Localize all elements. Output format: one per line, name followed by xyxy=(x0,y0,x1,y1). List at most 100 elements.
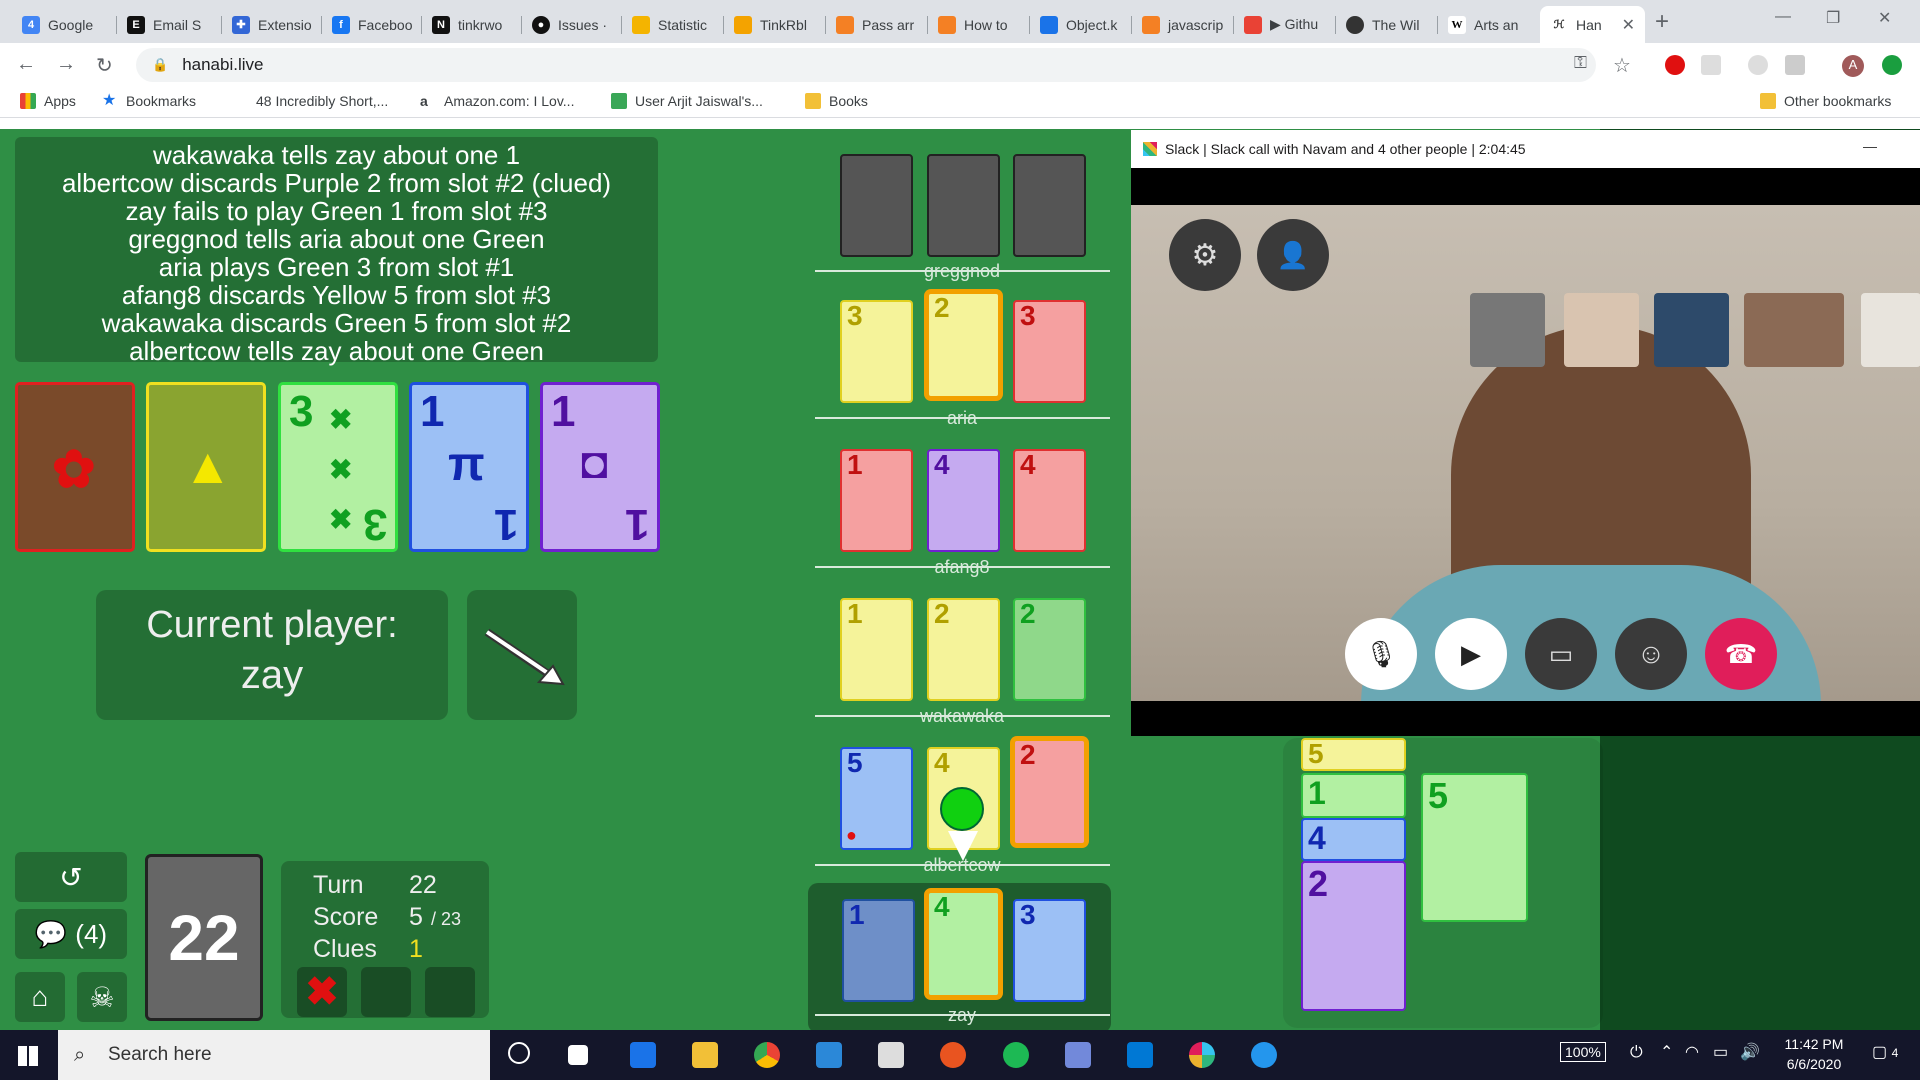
card-blue-1[interactable]: 1 xyxy=(842,899,915,1002)
card-back[interactable] xyxy=(1013,154,1086,257)
card-green-4[interactable]: 4 xyxy=(927,891,1000,997)
participant-thumbnail[interactable] xyxy=(1470,293,1545,367)
bookmark-short-stories[interactable]: 48 Incredibly Short,... xyxy=(232,93,388,109)
bookmark-books[interactable]: Books xyxy=(805,93,868,109)
play-stack-purple[interactable]: 1 ◘ 1 xyxy=(540,382,660,552)
discard-purple-2[interactable]: 2 xyxy=(1301,861,1406,1011)
tab-email[interactable]: E Email S xyxy=(117,6,222,43)
minimize-button[interactable]: — xyxy=(1775,8,1791,26)
tab-the-wil[interactable]: The Wil xyxy=(1336,6,1438,43)
tab-how-to[interactable]: How to xyxy=(928,6,1030,43)
file-explorer-icon[interactable] xyxy=(692,1042,718,1068)
chrome-icon[interactable] xyxy=(754,1042,780,1068)
card-yellow-3[interactable]: 3 xyxy=(840,300,913,403)
share-screen-button[interactable]: ▭ xyxy=(1525,618,1597,690)
slack-icon[interactable] xyxy=(1189,1042,1215,1068)
profile-avatar[interactable]: A xyxy=(1842,55,1864,77)
chevron-up-icon[interactable]: ⌃ xyxy=(1660,1042,1673,1062)
tab-hanabi[interactable]: ℋ Han ✕ xyxy=(1540,6,1645,43)
card-blue-3[interactable]: 3 xyxy=(1013,899,1086,1002)
clock[interactable]: 11:42 PM 6/6/2020 xyxy=(1782,1036,1846,1072)
star-icon[interactable]: ☆ xyxy=(1613,53,1631,78)
add-person-button[interactable]: 👤 xyxy=(1257,219,1329,291)
power-icon[interactable]: ⏻ xyxy=(1630,1044,1643,1062)
spotify-icon[interactable] xyxy=(1003,1042,1029,1068)
battery-icon[interactable]: ▭ xyxy=(1713,1042,1728,1062)
card-back[interactable] xyxy=(840,154,913,257)
minimize-button[interactable]: — xyxy=(1863,138,1877,154)
kill-button[interactable]: ☠ xyxy=(77,972,127,1022)
participant-thumbnail[interactable] xyxy=(1861,293,1920,367)
card-yellow-1[interactable]: 1 xyxy=(840,598,913,701)
reactions-button[interactable]: ☺ xyxy=(1615,618,1687,690)
discard-blue-4[interactable]: 4 xyxy=(1301,818,1406,861)
play-stack-red[interactable]: ✿ xyxy=(15,382,135,552)
card-yellow-2[interactable]: 2 xyxy=(927,292,1000,398)
discard-green-5[interactable]: 5 xyxy=(1421,773,1528,922)
action-log[interactable]: wakawaka tells zay about one 1 albertcow… xyxy=(15,137,658,365)
participant-thumbnail[interactable] xyxy=(1654,293,1729,367)
lock-icon[interactable]: 🔒 xyxy=(152,57,168,73)
docker-icon[interactable] xyxy=(1251,1042,1277,1068)
ubuntu-icon[interactable] xyxy=(940,1042,966,1068)
vscode-icon[interactable] xyxy=(1127,1042,1153,1068)
edge-icon[interactable] xyxy=(630,1042,656,1068)
update-icon[interactable] xyxy=(1882,55,1902,75)
tab-object[interactable]: Object.k xyxy=(1030,6,1132,43)
card-red-4[interactable]: 4 xyxy=(1013,449,1086,552)
new-tab-button[interactable]: + xyxy=(1655,8,1669,36)
card-blue-5[interactable]: 5 ● xyxy=(840,747,913,850)
close-tab-icon[interactable]: ✕ xyxy=(1622,15,1635,35)
home-button[interactable]: ⌂ xyxy=(15,972,65,1022)
tab-issues[interactable]: ● Issues · xyxy=(522,6,622,43)
wifi-icon[interactable]: ◠ xyxy=(1685,1042,1699,1062)
store-icon[interactable] xyxy=(878,1042,904,1068)
tab-tinkrbl[interactable]: TinkRbl xyxy=(724,6,826,43)
card-back[interactable] xyxy=(927,154,1000,257)
battery-indicator[interactable]: 100% xyxy=(1560,1042,1606,1062)
tab-pass-array[interactable]: Pass arr xyxy=(826,6,928,43)
card-yellow-2[interactable]: 2 xyxy=(927,598,1000,701)
close-window-button[interactable]: ✕ xyxy=(1878,8,1891,28)
back-icon[interactable]: ← xyxy=(16,53,36,76)
restore-button[interactable]: ❐ xyxy=(1826,8,1840,28)
reload-icon[interactable]: ↻ xyxy=(96,53,113,78)
task-view-icon[interactable] xyxy=(568,1045,588,1065)
mail-icon[interactable] xyxy=(816,1042,842,1068)
bookmark-apps[interactable]: Apps xyxy=(20,93,76,109)
tab-google[interactable]: 4 Google xyxy=(12,6,117,43)
play-stack-green[interactable]: 3 ✖ ✖ ✖ 3 xyxy=(278,382,398,552)
notifications-icon[interactable]: ▢ 4 xyxy=(1872,1042,1898,1062)
play-stack-blue[interactable]: 1 π 1 xyxy=(409,382,529,552)
discard-yellow-5[interactable]: 5 xyxy=(1301,738,1406,771)
cortana-icon[interactable] xyxy=(508,1042,530,1064)
slack-call-window[interactable]: Slack | Slack call with Navam and 4 othe… xyxy=(1131,130,1920,736)
bookmark-user-arjit[interactable]: User Arjit Jaiswal's... xyxy=(611,93,763,109)
bookmark-other[interactable]: Other bookmarks xyxy=(1760,93,1891,109)
tab-javascript[interactable]: javascrip xyxy=(1132,6,1234,43)
card-purple-4[interactable]: 4 xyxy=(927,449,1000,552)
key-icon[interactable]: ⚿ xyxy=(1574,53,1587,73)
bookmark-amazon[interactable]: a Amazon.com: I Lov... xyxy=(420,93,574,109)
forward-icon[interactable]: → xyxy=(56,53,76,76)
chat-button[interactable]: 💬 (4) xyxy=(15,909,127,959)
tab-extensions[interactable]: ✚ Extensio xyxy=(222,6,322,43)
play-stack-yellow[interactable]: ▲ xyxy=(146,382,266,552)
hang-up-button[interactable]: ☎ xyxy=(1705,618,1777,690)
tab-notion[interactable]: Ntinkrwo xyxy=(422,6,522,43)
tab-arts[interactable]: W Arts an xyxy=(1438,6,1540,43)
settings-button[interactable]: ⚙ xyxy=(1169,219,1241,291)
extension-icon[interactable] xyxy=(1785,55,1805,75)
turn-arrow-button[interactable] xyxy=(467,590,577,720)
mute-button[interactable]: 🎙 xyxy=(1345,618,1417,690)
windows-start-button[interactable] xyxy=(18,1046,38,1066)
card-red-2[interactable]: 2 xyxy=(1013,739,1086,845)
url-bar[interactable]: 🔒 hanabi.live xyxy=(136,48,1596,82)
card-green-2[interactable]: 2 xyxy=(1013,598,1086,701)
tab-github-video[interactable]: ▶ Githu xyxy=(1234,6,1336,43)
replay-button[interactable]: ↺ xyxy=(15,852,127,902)
participant-thumbnail[interactable] xyxy=(1564,293,1639,367)
opera-extension-icon[interactable] xyxy=(1665,55,1685,75)
discord-icon[interactable] xyxy=(1065,1042,1091,1068)
discard-green-1[interactable]: 1 xyxy=(1301,773,1406,818)
